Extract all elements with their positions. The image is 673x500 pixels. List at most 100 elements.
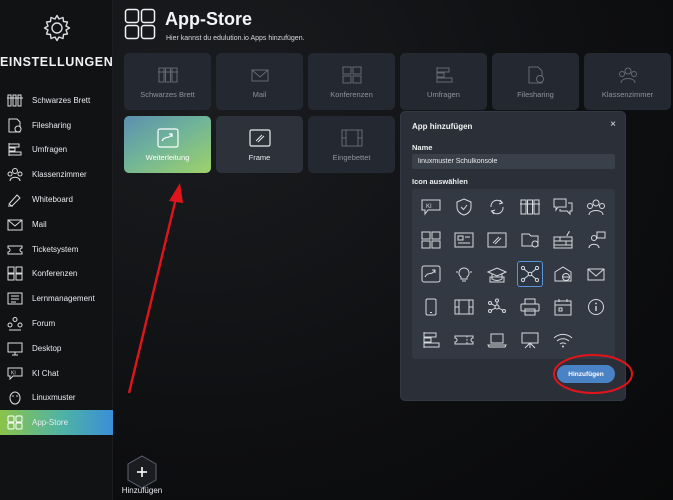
noticeboard-icon <box>6 92 24 109</box>
add-button[interactable]: Hinzufügen <box>557 365 615 383</box>
embedded-icon <box>341 128 363 148</box>
sidebar-item-label: Konferenzen <box>32 269 78 279</box>
sidebar-item-klassenzimmer[interactable]: Klassenzimmer <box>0 162 113 187</box>
sidebar-item-label: Ticketsystem <box>32 244 79 254</box>
ai-chat-icon[interactable]: KI <box>418 194 444 220</box>
dashboard-icon[interactable] <box>451 227 477 253</box>
survey-icon[interactable] <box>418 327 444 353</box>
forum-icon <box>6 315 24 332</box>
page-subtitle: Hier kannst du edulution.io Apps hinzufü… <box>166 35 305 42</box>
sidebar-item-forum[interactable]: Forum <box>0 311 113 336</box>
svg-text:KI: KI <box>426 204 432 210</box>
gear-icon[interactable] <box>42 13 72 43</box>
conference-icon <box>6 265 24 282</box>
network-nodes-icon[interactable] <box>517 261 543 287</box>
tile-eingebettet[interactable]: Eingebettet <box>308 116 395 173</box>
ticket-icon[interactable] <box>451 327 477 353</box>
file-share-icon[interactable] <box>517 227 543 253</box>
presenter-icon[interactable] <box>583 227 609 253</box>
whiteboard-stand-icon[interactable] <box>517 327 543 353</box>
app-store-icon <box>6 414 24 431</box>
desktop-icon <box>6 340 24 357</box>
add-app-dialog: App hinzufügen × Name Icon auswählen KI <box>400 111 626 401</box>
sidebar-item-app-store[interactable]: App-Store <box>0 410 113 436</box>
mail-icon[interactable] <box>583 261 609 287</box>
shield-icon[interactable] <box>451 194 477 220</box>
forward-icon[interactable] <box>418 261 444 287</box>
calendar-icon[interactable] <box>550 294 576 320</box>
ai-chat-icon: KI <box>6 365 24 382</box>
close-icon[interactable]: × <box>610 119 616 130</box>
mail-icon <box>6 216 24 233</box>
sidebar-item-ki-chat[interactable]: KI KI Chat <box>0 361 113 386</box>
tile-weiterleitung[interactable]: Weiterleitung <box>124 116 211 173</box>
sidebar-item-desktop[interactable]: Desktop <box>0 336 113 361</box>
mail-icon <box>249 65 271 85</box>
firewall-icon[interactable] <box>550 227 576 253</box>
dialog-title: App hinzufügen <box>412 122 473 131</box>
sidebar-item-label: Klassenzimmer <box>32 170 87 180</box>
tablet-icon[interactable] <box>418 294 444 320</box>
tile-mail[interactable]: Mail <box>216 53 303 110</box>
name-field[interactable] <box>412 154 615 169</box>
tile-filesharing[interactable]: Filesharing <box>492 53 579 110</box>
ticket-icon <box>6 241 24 258</box>
info-icon[interactable] <box>583 294 609 320</box>
school-globe-icon[interactable] <box>550 261 576 287</box>
sync-icon[interactable] <box>484 194 510 220</box>
file-share-icon <box>525 65 547 85</box>
printer-icon[interactable] <box>517 294 543 320</box>
chat-bubbles-icon[interactable] <box>550 194 576 220</box>
add-app-button[interactable] <box>125 455 159 489</box>
sidebar-item-label: Filesharing <box>32 120 72 130</box>
sidebar-item-label: Whiteboard <box>32 195 73 205</box>
sidebar-item-label: Mail <box>32 219 47 229</box>
classroom-icon <box>6 166 24 183</box>
tile-umfragen[interactable]: Umfragen <box>400 53 487 110</box>
tile-label: Umfragen <box>427 89 460 99</box>
graduation-icon[interactable] <box>484 261 510 287</box>
sidebar: EINSTELLUNGEN Schwarzes Brett Filesharin… <box>0 0 113 500</box>
app-store-icon <box>124 8 156 40</box>
add-app-label: Hinzufügen <box>121 486 163 495</box>
sidebar-item-whiteboard[interactable]: Whiteboard <box>0 187 113 212</box>
tile-konferenzen[interactable]: Konferenzen <box>308 53 395 110</box>
sidebar-item-ticketsystem[interactable]: Ticketsystem <box>0 237 113 262</box>
frame-icon <box>248 128 271 148</box>
tile-label: Filesharing <box>517 89 554 99</box>
laptop-icon[interactable] <box>484 327 510 353</box>
sidebar-item-mail[interactable]: Mail <box>0 212 113 237</box>
tile-label: Klassenzimmer <box>601 89 654 99</box>
noticeboard-icon[interactable] <box>517 194 543 220</box>
lightbulb-icon[interactable] <box>451 261 477 287</box>
classroom-icon[interactable] <box>583 194 609 220</box>
wifi-icon[interactable] <box>550 327 576 353</box>
sidebar-item-lernmanagement[interactable]: Lernmanagement <box>0 286 113 311</box>
sidebar-item-umfragen[interactable]: Umfragen <box>0 138 113 163</box>
tile-schwarzes-brett[interactable]: Schwarzes Brett <box>124 53 211 110</box>
classroom-icon <box>617 65 639 85</box>
tile-label: Konferenzen <box>330 89 373 99</box>
tile-label: Schwarzes Brett <box>140 89 195 99</box>
embedded-icon[interactable] <box>451 294 477 320</box>
learning-icon <box>6 290 24 307</box>
sidebar-item-linuxmuster[interactable]: Linuxmuster <box>0 386 113 411</box>
settings-title: EINSTELLUNGEN <box>0 55 114 69</box>
whiteboard-icon <box>6 191 24 208</box>
hub-icon[interactable] <box>484 294 510 320</box>
icon-picker-grid: KI <box>412 189 615 359</box>
tile-frame[interactable]: Frame <box>216 116 303 173</box>
frame-icon[interactable] <box>484 227 510 253</box>
tile-klassenzimmer[interactable]: Klassenzimmer <box>584 53 671 110</box>
linuxmuster-icon <box>6 389 24 406</box>
sidebar-item-label: Desktop <box>32 343 62 353</box>
survey-icon <box>6 141 24 158</box>
svg-text:KI: KI <box>11 370 16 376</box>
sidebar-item-konferenzen[interactable]: Konferenzen <box>0 262 113 287</box>
sidebar-item-label: Linuxmuster <box>32 393 76 403</box>
survey-icon <box>433 65 455 85</box>
sidebar-item-schwarzes-brett[interactable]: Schwarzes Brett <box>0 88 113 113</box>
sidebar-item-filesharing[interactable]: Filesharing <box>0 113 113 138</box>
sidebar-item-label: Schwarzes Brett <box>32 95 91 105</box>
conference-icon[interactable] <box>418 227 444 253</box>
